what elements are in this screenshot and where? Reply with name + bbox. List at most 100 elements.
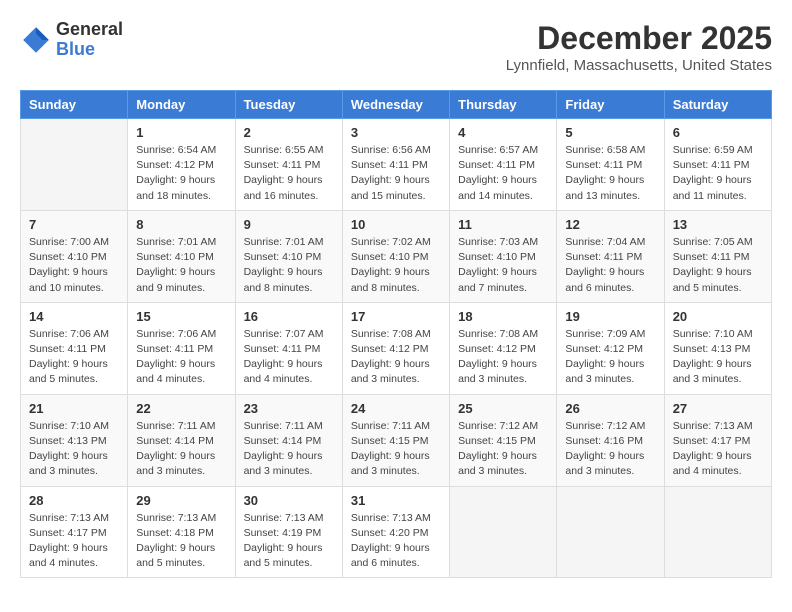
day-number: 22 <box>136 401 226 416</box>
calendar-day-cell: 15 Sunrise: 7:06 AM Sunset: 4:11 PM Dayli… <box>128 302 235 394</box>
title-block: December 2025 Lynnfield, Massachusetts, … <box>506 20 772 74</box>
day-info: Sunrise: 7:11 AM Sunset: 4:15 PM Dayligh… <box>351 419 441 480</box>
day-number: 11 <box>458 217 548 232</box>
day-number: 4 <box>458 125 548 140</box>
calendar-day-cell <box>450 486 557 578</box>
day-info: Sunrise: 7:11 AM Sunset: 4:14 PM Dayligh… <box>136 419 226 480</box>
day-info: Sunrise: 7:05 AM Sunset: 4:11 PM Dayligh… <box>673 235 763 296</box>
day-number: 16 <box>244 309 334 324</box>
calendar-day-cell: 10 Sunrise: 7:02 AM Sunset: 4:10 PM Dayli… <box>342 210 449 302</box>
calendar-day-cell <box>21 119 128 211</box>
day-info: Sunrise: 7:11 AM Sunset: 4:14 PM Dayligh… <box>244 419 334 480</box>
calendar-week-row: 14 Sunrise: 7:06 AM Sunset: 4:11 PM Dayli… <box>21 302 772 394</box>
calendar-day-cell: 23 Sunrise: 7:11 AM Sunset: 4:14 PM Dayli… <box>235 394 342 486</box>
calendar-day-cell: 5 Sunrise: 6:58 AM Sunset: 4:11 PM Daylig… <box>557 119 664 211</box>
calendar-day-cell: 1 Sunrise: 6:54 AM Sunset: 4:12 PM Daylig… <box>128 119 235 211</box>
calendar-week-row: 7 Sunrise: 7:00 AM Sunset: 4:10 PM Daylig… <box>21 210 772 302</box>
weekday-header: Saturday <box>664 91 771 119</box>
day-number: 26 <box>565 401 655 416</box>
day-number: 2 <box>244 125 334 140</box>
calendar-day-cell: 2 Sunrise: 6:55 AM Sunset: 4:11 PM Daylig… <box>235 119 342 211</box>
day-info: Sunrise: 7:13 AM Sunset: 4:18 PM Dayligh… <box>136 511 226 572</box>
calendar-day-cell: 14 Sunrise: 7:06 AM Sunset: 4:11 PM Dayli… <box>21 302 128 394</box>
day-info: Sunrise: 6:56 AM Sunset: 4:11 PM Dayligh… <box>351 143 441 204</box>
day-number: 14 <box>29 309 119 324</box>
page-header: General Blue December 2025 Lynnfield, Ma… <box>20 20 772 74</box>
day-info: Sunrise: 7:01 AM Sunset: 4:10 PM Dayligh… <box>136 235 226 296</box>
day-number: 20 <box>673 309 763 324</box>
calendar-day-cell: 22 Sunrise: 7:11 AM Sunset: 4:14 PM Dayli… <box>128 394 235 486</box>
calendar-day-cell: 29Sunrise: 7:13 AM Sunset: 4:18 PM Dayli… <box>128 486 235 578</box>
day-info: Sunrise: 7:08 AM Sunset: 4:12 PM Dayligh… <box>351 327 441 388</box>
month-title: December 2025 <box>506 20 772 57</box>
calendar-day-cell: 11Sunrise: 7:03 AM Sunset: 4:10 PM Dayli… <box>450 210 557 302</box>
day-info: Sunrise: 7:09 AM Sunset: 4:12 PM Dayligh… <box>565 327 655 388</box>
day-info: Sunrise: 7:02 AM Sunset: 4:10 PM Dayligh… <box>351 235 441 296</box>
weekday-header: Wednesday <box>342 91 449 119</box>
calendar-table: SundayMondayTuesdayWednesdayThursdayFrid… <box>20 90 772 578</box>
day-info: Sunrise: 7:10 AM Sunset: 4:13 PM Dayligh… <box>29 419 119 480</box>
weekday-header: Sunday <box>21 91 128 119</box>
calendar-day-cell: 20 Sunrise: 7:10 AM Sunset: 4:13 PM Dayli… <box>664 302 771 394</box>
calendar-day-cell: 25 Sunrise: 7:12 AM Sunset: 4:15 PM Dayli… <box>450 394 557 486</box>
day-info: Sunrise: 7:13 AM Sunset: 4:19 PM Dayligh… <box>244 511 334 572</box>
day-info: Sunrise: 7:13 AM Sunset: 4:20 PM Dayligh… <box>351 511 441 572</box>
calendar-day-cell: 13Sunrise: 7:05 AM Sunset: 4:11 PM Dayli… <box>664 210 771 302</box>
calendar-day-cell: 7 Sunrise: 7:00 AM Sunset: 4:10 PM Daylig… <box>21 210 128 302</box>
day-info: Sunrise: 7:04 AM Sunset: 4:11 PM Dayligh… <box>565 235 655 296</box>
calendar-week-row: 1 Sunrise: 6:54 AM Sunset: 4:12 PM Daylig… <box>21 119 772 211</box>
day-number: 21 <box>29 401 119 416</box>
calendar-header-row: SundayMondayTuesdayWednesdayThursdayFrid… <box>21 91 772 119</box>
day-info: Sunrise: 6:58 AM Sunset: 4:11 PM Dayligh… <box>565 143 655 204</box>
calendar-day-cell: 24 Sunrise: 7:11 AM Sunset: 4:15 PM Dayli… <box>342 394 449 486</box>
day-info: Sunrise: 7:10 AM Sunset: 4:13 PM Dayligh… <box>673 327 763 388</box>
day-info: Sunrise: 7:08 AM Sunset: 4:12 PM Dayligh… <box>458 327 548 388</box>
day-info: Sunrise: 6:54 AM Sunset: 4:12 PM Dayligh… <box>136 143 226 204</box>
day-number: 8 <box>136 217 226 232</box>
calendar-day-cell: 28Sunrise: 7:13 AM Sunset: 4:17 PM Dayli… <box>21 486 128 578</box>
day-info: Sunrise: 6:55 AM Sunset: 4:11 PM Dayligh… <box>244 143 334 204</box>
weekday-header: Friday <box>557 91 664 119</box>
day-number: 7 <box>29 217 119 232</box>
weekday-header: Tuesday <box>235 91 342 119</box>
calendar-day-cell: 21 Sunrise: 7:10 AM Sunset: 4:13 PM Dayli… <box>21 394 128 486</box>
calendar-day-cell: 16 Sunrise: 7:07 AM Sunset: 4:11 PM Dayli… <box>235 302 342 394</box>
day-number: 27 <box>673 401 763 416</box>
calendar-week-row: 21 Sunrise: 7:10 AM Sunset: 4:13 PM Dayli… <box>21 394 772 486</box>
day-info: Sunrise: 7:07 AM Sunset: 4:11 PM Dayligh… <box>244 327 334 388</box>
day-info: Sunrise: 7:06 AM Sunset: 4:11 PM Dayligh… <box>136 327 226 388</box>
day-number: 12 <box>565 217 655 232</box>
location: Lynnfield, Massachusetts, United States <box>506 57 772 74</box>
day-info: Sunrise: 7:13 AM Sunset: 4:17 PM Dayligh… <box>29 511 119 572</box>
calendar-day-cell: 9Sunrise: 7:01 AM Sunset: 4:10 PM Daylig… <box>235 210 342 302</box>
day-number: 18 <box>458 309 548 324</box>
calendar-day-cell: 6Sunrise: 6:59 AM Sunset: 4:11 PM Daylig… <box>664 119 771 211</box>
day-number: 23 <box>244 401 334 416</box>
calendar-day-cell: 26Sunrise: 7:12 AM Sunset: 4:16 PM Dayli… <box>557 394 664 486</box>
day-info: Sunrise: 7:13 AM Sunset: 4:17 PM Dayligh… <box>673 419 763 480</box>
day-number: 31 <box>351 493 441 508</box>
weekday-header: Thursday <box>450 91 557 119</box>
logo-text: General Blue <box>56 20 123 60</box>
day-number: 30 <box>244 493 334 508</box>
day-number: 5 <box>565 125 655 140</box>
day-info: Sunrise: 7:06 AM Sunset: 4:11 PM Dayligh… <box>29 327 119 388</box>
calendar-day-cell: 19 Sunrise: 7:09 AM Sunset: 4:12 PM Dayli… <box>557 302 664 394</box>
day-number: 10 <box>351 217 441 232</box>
day-number: 19 <box>565 309 655 324</box>
day-info: Sunrise: 7:12 AM Sunset: 4:15 PM Dayligh… <box>458 419 548 480</box>
day-number: 6 <box>673 125 763 140</box>
day-number: 15 <box>136 309 226 324</box>
calendar-day-cell: 31 Sunrise: 7:13 AM Sunset: 4:20 PM Dayli… <box>342 486 449 578</box>
day-number: 24 <box>351 401 441 416</box>
calendar-day-cell: 30 Sunrise: 7:13 AM Sunset: 4:19 PM Dayli… <box>235 486 342 578</box>
day-number: 25 <box>458 401 548 416</box>
day-number: 3 <box>351 125 441 140</box>
weekday-header: Monday <box>128 91 235 119</box>
calendar-day-cell: 4 Sunrise: 6:57 AM Sunset: 4:11 PM Daylig… <box>450 119 557 211</box>
day-info: Sunrise: 6:57 AM Sunset: 4:11 PM Dayligh… <box>458 143 548 204</box>
day-number: 1 <box>136 125 226 140</box>
calendar-day-cell: 3 Sunrise: 6:56 AM Sunset: 4:11 PM Daylig… <box>342 119 449 211</box>
calendar-day-cell: 8 Sunrise: 7:01 AM Sunset: 4:10 PM Daylig… <box>128 210 235 302</box>
day-info: Sunrise: 7:00 AM Sunset: 4:10 PM Dayligh… <box>29 235 119 296</box>
